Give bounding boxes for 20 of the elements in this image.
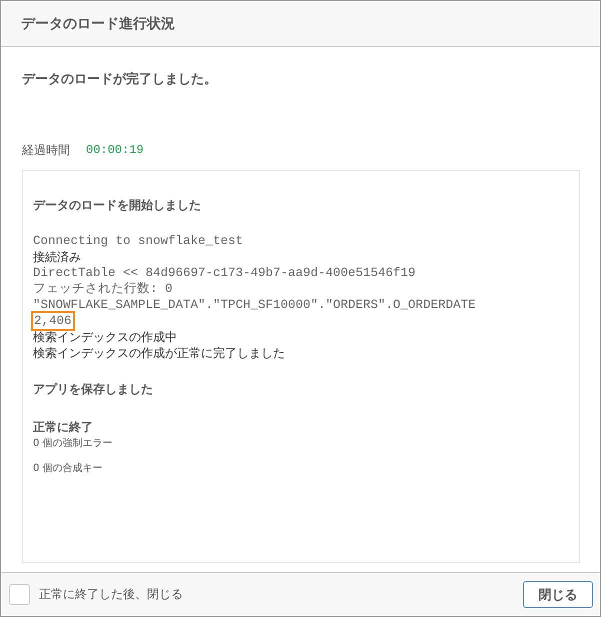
- elapsed-label: 経過時間: [22, 142, 70, 158]
- log-line: 検索インデックスの作成が正常に完了しました: [33, 345, 285, 361]
- highlighted-log-line: 2,406: [33, 313, 73, 329]
- log-heading: データのロードを開始しました: [33, 197, 201, 214]
- checkbox-label: 正常に終了した後、閉じる: [39, 586, 184, 603]
- dialog-title: データのロード進行状況: [21, 14, 175, 32]
- status-message: データのロードが完了しました。: [22, 70, 218, 88]
- log-heading: アプリを保存しました: [33, 381, 153, 398]
- checkbox[interactable]: [9, 584, 30, 605]
- log-heading: 正常に終了: [33, 419, 93, 436]
- close-button[interactable]: 閉じる: [523, 581, 593, 608]
- log-line: フェッチされた行数: 0: [33, 281, 173, 297]
- log-line: 検索インデックスの作成中: [33, 329, 177, 345]
- log-line: "SNOWFLAKE_SAMPLE_DATA"."TPCH_SF10000"."ORDERS".O_ORDERDATE: [33, 297, 476, 313]
- log-line: 接続済み: [33, 249, 81, 265]
- summary-line: 0 個の強制エラー: [33, 437, 113, 450]
- summary-line: 0 個の合成キー: [33, 462, 103, 475]
- log-line: DirectTable << 84d96697-c173-49b7-aa9d-400e51546f19: [33, 265, 416, 281]
- log-line: Connecting to snowflake_test: [33, 233, 244, 249]
- elapsed-time: 00:00:19: [86, 143, 144, 157]
